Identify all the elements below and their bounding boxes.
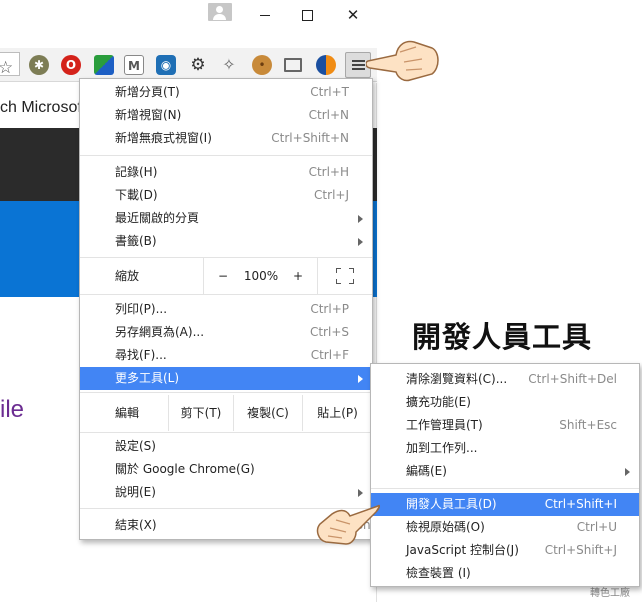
- menu-item-downloads[interactable]: 下載(D) Ctrl+J: [80, 184, 372, 207]
- menu-item-new-tab[interactable]: 新增分頁(T) Ctrl+T: [80, 81, 372, 104]
- gear-extension-icon[interactable]: ⚙: [188, 55, 208, 75]
- menu-item-settings[interactable]: 設定(S): [80, 435, 372, 458]
- pointing-hand-icon: [316, 504, 380, 545]
- caption-title: 開發人員工具: [412, 320, 593, 354]
- menu-item-incognito[interactable]: 新增無痕式視窗(I) Ctrl+Shift+N: [80, 127, 372, 150]
- edit-row: 編輯 剪下(T) 複製(C) 貼上(P): [80, 395, 372, 431]
- minimize-button[interactable]: [245, 2, 285, 28]
- menu-item-bookmarks[interactable]: 書籤(B): [80, 230, 372, 253]
- menu-item-new-window[interactable]: 新增視窗(N) Ctrl+N: [80, 104, 372, 127]
- pie-extension-icon[interactable]: [316, 55, 336, 75]
- menu-separator: [80, 392, 372, 393]
- menu-separator: [371, 488, 639, 489]
- submenu-item-developer-tools[interactable]: 開發人員工具(D) Ctrl+Shift+I: [371, 493, 639, 516]
- submenu-item-view-source[interactable]: 檢視原始碼(O) Ctrl+U: [371, 516, 639, 539]
- fullscreen-icon[interactable]: [336, 268, 354, 284]
- zoom-row: 縮放 − 100% +: [80, 258, 372, 294]
- menu-item-save-page[interactable]: 另存網頁為(A)... Ctrl+S: [80, 321, 372, 344]
- chevron-right-icon: [358, 215, 363, 223]
- menu-item-recent-tabs[interactable]: 最近關啟的分頁: [80, 207, 372, 230]
- menu-item-find[interactable]: 尋找(F)... Ctrl+F: [80, 344, 372, 367]
- screenshot: ✕ ☆ ✱ O M ◉ ⚙ ✧ • ch Microsoft ile 開發人員工…: [0, 0, 642, 602]
- puzzle-color-extension-icon[interactable]: [94, 55, 114, 75]
- menu-separator: [80, 294, 372, 295]
- page-search-text: ch Microsoft: [0, 99, 87, 116]
- chevron-right-icon: [358, 375, 363, 383]
- copy-button[interactable]: 複製(C): [234, 395, 302, 431]
- chevron-right-icon: [358, 489, 363, 497]
- zoom-label: 縮放: [115, 269, 140, 283]
- pointing-hand-icon: [366, 40, 439, 82]
- page-partial-heading: ile: [0, 396, 25, 423]
- submenu-item-encoding[interactable]: 編碼(E): [371, 460, 639, 483]
- edit-label: 編輯: [115, 406, 140, 420]
- eye-extension-icon[interactable]: ◉: [156, 55, 176, 75]
- submenu-item-clear-data[interactable]: 清除瀏覽資料(C)... Ctrl+Shift+Del: [371, 368, 639, 391]
- submenu-item-extensions[interactable]: 擴充功能(E): [371, 391, 639, 414]
- zoom-level: 100%: [243, 269, 279, 283]
- menu-separator: [80, 155, 372, 156]
- menu-item-history[interactable]: 記錄(H) Ctrl+H: [80, 161, 372, 184]
- puzzle-extension-icon[interactable]: ✧: [219, 55, 239, 75]
- menu-item-about[interactable]: 關於 Google Chrome(G): [80, 458, 372, 481]
- star-icon[interactable]: ☆: [0, 58, 13, 78]
- zoom-in-button[interactable]: +: [288, 258, 308, 294]
- menu-separator: [80, 432, 372, 433]
- omnibox[interactable]: ☆: [0, 52, 20, 78]
- more-tools-submenu: 清除瀏覽資料(C)... Ctrl+Shift+Del 擴充功能(E) 工作管理員…: [370, 363, 640, 587]
- browser-toolbar: ☆ ✱ O M ◉ ⚙ ✧ •: [0, 48, 377, 82]
- submenu-item-inspect-devices[interactable]: 檢查裝置 (I): [371, 562, 639, 585]
- chevron-right-icon: [625, 468, 630, 476]
- close-window-button[interactable]: ✕: [333, 2, 373, 28]
- submenu-item-task-manager[interactable]: 工作管理員(T) Shift+Esc: [371, 414, 639, 437]
- cut-button[interactable]: 剪下(T): [169, 395, 233, 431]
- submenu-item-add-to-taskbar[interactable]: 加到工作列...: [371, 437, 639, 460]
- gmail-extension-icon[interactable]: M: [124, 55, 144, 75]
- paste-button[interactable]: 貼上(P): [303, 395, 372, 431]
- menu-item-more-tools[interactable]: 更多工具(L): [80, 367, 372, 390]
- submenu-item-js-console[interactable]: JavaScript 控制台(J) Ctrl+Shift+J: [371, 539, 639, 562]
- chevron-right-icon: [358, 238, 363, 246]
- bug-extension-icon[interactable]: ✱: [29, 55, 49, 75]
- window-titlebar: ✕: [0, 0, 377, 34]
- cast-icon[interactable]: [284, 58, 302, 72]
- profile-avatar-icon[interactable]: [208, 3, 232, 21]
- opera-extension-icon[interactable]: O: [61, 55, 81, 75]
- chrome-main-menu: 新增分頁(T) Ctrl+T 新增視窗(N) Ctrl+N 新增無痕式視窗(I) Ct…: [79, 78, 374, 540]
- cookie-extension-icon[interactable]: •: [252, 55, 272, 75]
- zoom-out-button[interactable]: −: [213, 258, 233, 294]
- menu-item-print[interactable]: 列印(P)... Ctrl+P: [80, 298, 372, 321]
- maximize-button[interactable]: [287, 2, 327, 28]
